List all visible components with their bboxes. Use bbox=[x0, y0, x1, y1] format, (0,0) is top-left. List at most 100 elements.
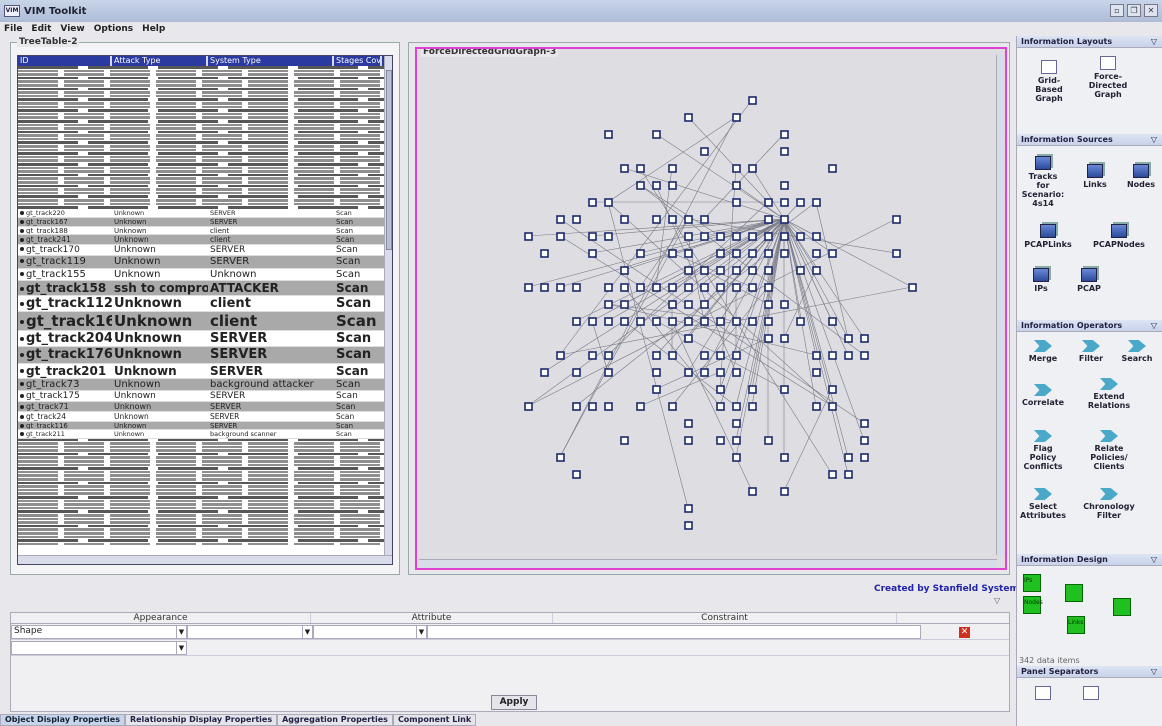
graph-node[interactable] bbox=[764, 317, 773, 326]
graph-node[interactable] bbox=[764, 300, 773, 309]
table-row[interactable]: gt_track73 Unknown background attacker Scan bbox=[18, 378, 386, 391]
graph-vertical-scrollbar[interactable] bbox=[996, 55, 1005, 555]
menu-file[interactable]: File bbox=[4, 24, 22, 34]
graph-node[interactable] bbox=[668, 283, 677, 292]
graph-node[interactable] bbox=[684, 521, 693, 530]
chevron-down-icon[interactable]: ▼ bbox=[176, 641, 186, 654]
table-row[interactable]: gt_track170 Unknown SERVER Scan bbox=[18, 245, 386, 256]
ips-node-icon[interactable]: IPs bbox=[1023, 574, 1041, 592]
chevron-down-icon[interactable]: ▽ bbox=[1151, 134, 1157, 146]
graph-node[interactable] bbox=[668, 249, 677, 258]
operator-search[interactable]: Search bbox=[1117, 340, 1157, 363]
graph-node[interactable] bbox=[572, 368, 581, 377]
graph-horizontal-scrollbar[interactable] bbox=[419, 559, 997, 568]
minimize-button[interactable]: ▫ bbox=[1110, 4, 1124, 17]
graph-node[interactable] bbox=[588, 249, 597, 258]
table-row[interactable]: gt_track220 Unknown SERVER Scan bbox=[18, 210, 386, 218]
graph-node[interactable] bbox=[652, 181, 661, 190]
graph-node[interactable] bbox=[620, 215, 629, 224]
graph-node[interactable] bbox=[732, 283, 741, 292]
graph-node[interactable] bbox=[652, 130, 661, 139]
graph-node[interactable] bbox=[556, 283, 565, 292]
graph-node[interactable] bbox=[796, 198, 805, 207]
graph-node[interactable] bbox=[684, 334, 693, 343]
table-row[interactable]: gt_track188 Unknown client Scan bbox=[18, 227, 386, 236]
chevron-down-icon[interactable]: ▽ bbox=[1151, 36, 1157, 48]
table-row[interactable]: gt_track119 Unknown SERVER Scan bbox=[18, 256, 386, 269]
tree-table[interactable]: ID Attack Type System Type Stages Covere… bbox=[17, 55, 393, 565]
graph-node[interactable] bbox=[828, 385, 837, 394]
operator-flag-policy[interactable]: Flag Policy Conflicts bbox=[1019, 430, 1067, 471]
graph-node[interactable] bbox=[732, 249, 741, 258]
graph-node[interactable] bbox=[828, 351, 837, 360]
graph-node[interactable] bbox=[668, 317, 677, 326]
graph-node[interactable] bbox=[716, 436, 725, 445]
graph-node[interactable] bbox=[636, 402, 645, 411]
graph-node[interactable] bbox=[764, 249, 773, 258]
graph-node[interactable] bbox=[732, 419, 741, 428]
graph-node[interactable] bbox=[700, 317, 709, 326]
graph-node[interactable] bbox=[844, 334, 853, 343]
graph-node[interactable] bbox=[748, 402, 757, 411]
operator-filter[interactable]: Filter bbox=[1071, 340, 1111, 363]
graph-node[interactable] bbox=[780, 232, 789, 241]
graph-node[interactable] bbox=[732, 453, 741, 462]
graph-node[interactable] bbox=[700, 147, 709, 156]
maximize-button[interactable]: ❐ bbox=[1127, 4, 1141, 17]
graph-node[interactable] bbox=[668, 402, 677, 411]
tab-component-link[interactable]: Component Link bbox=[392, 714, 477, 726]
graph-node[interactable] bbox=[812, 249, 821, 258]
graph-node[interactable] bbox=[748, 317, 757, 326]
graph-node[interactable] bbox=[732, 113, 741, 122]
graph-node[interactable] bbox=[732, 436, 741, 445]
design-node-icon[interactable] bbox=[1065, 584, 1083, 602]
table-row[interactable]: gt_track116 Unknown SERVER Scan bbox=[18, 421, 386, 431]
table-row[interactable]: gt_track176 Unknown SERVER Scan bbox=[18, 347, 386, 364]
column-system-type[interactable]: System Type bbox=[208, 56, 334, 66]
list-item[interactable] bbox=[18, 542, 386, 547]
graph-node[interactable] bbox=[908, 283, 917, 292]
graph-node[interactable] bbox=[748, 266, 757, 275]
graph-node[interactable] bbox=[716, 266, 725, 275]
source-pcaplinks[interactable]: PCAPLinks bbox=[1021, 224, 1075, 249]
table-row[interactable]: gt_track165Unknown client Scan bbox=[18, 312, 386, 331]
graph-node[interactable] bbox=[892, 249, 901, 258]
graph-node[interactable] bbox=[604, 300, 613, 309]
graph-node[interactable] bbox=[652, 215, 661, 224]
column-id[interactable]: ID bbox=[18, 56, 112, 66]
graph-node[interactable] bbox=[652, 351, 661, 360]
graph-node[interactable] bbox=[796, 266, 805, 275]
layout-grid-graph[interactable]: Grid-Based Graph bbox=[1027, 60, 1071, 103]
graph-node[interactable] bbox=[748, 385, 757, 394]
graph-node[interactable] bbox=[748, 164, 757, 173]
nodes-node-icon[interactable]: Nodes bbox=[1023, 596, 1043, 614]
shape-value-select[interactable]: ▼ bbox=[187, 624, 313, 639]
operator-relate-policies[interactable]: Relate Policies/ Clients bbox=[1081, 430, 1137, 471]
attribute-select[interactable]: ▼ bbox=[313, 624, 427, 639]
graph-node[interactable] bbox=[652, 317, 661, 326]
operator-merge[interactable]: Merge bbox=[1023, 340, 1063, 363]
graph-node[interactable] bbox=[636, 181, 645, 190]
graph-node[interactable] bbox=[572, 283, 581, 292]
graph-node[interactable] bbox=[716, 317, 725, 326]
graph-node[interactable] bbox=[732, 266, 741, 275]
graph-node[interactable] bbox=[828, 317, 837, 326]
graph-node[interactable] bbox=[668, 215, 677, 224]
graph-node[interactable] bbox=[556, 215, 565, 224]
graph-node[interactable] bbox=[812, 266, 821, 275]
force-directed-graph[interactable] bbox=[419, 55, 997, 560]
graph-node[interactable] bbox=[572, 215, 581, 224]
graph-node[interactable] bbox=[684, 317, 693, 326]
graph-node[interactable] bbox=[604, 402, 613, 411]
graph-node[interactable] bbox=[604, 368, 613, 377]
tree-vertical-scrollbar[interactable] bbox=[384, 56, 392, 564]
graph-node[interactable] bbox=[780, 181, 789, 190]
graph-node[interactable] bbox=[860, 419, 869, 428]
table-row[interactable]: gt_track167 Unknown SERVER Scan bbox=[18, 217, 386, 227]
delete-icon[interactable]: ✕ bbox=[959, 627, 970, 638]
graph-node[interactable] bbox=[732, 351, 741, 360]
graph-node[interactable] bbox=[780, 215, 789, 224]
graph-node[interactable] bbox=[732, 232, 741, 241]
graph-node[interactable] bbox=[588, 198, 597, 207]
graph-node[interactable] bbox=[780, 487, 789, 496]
